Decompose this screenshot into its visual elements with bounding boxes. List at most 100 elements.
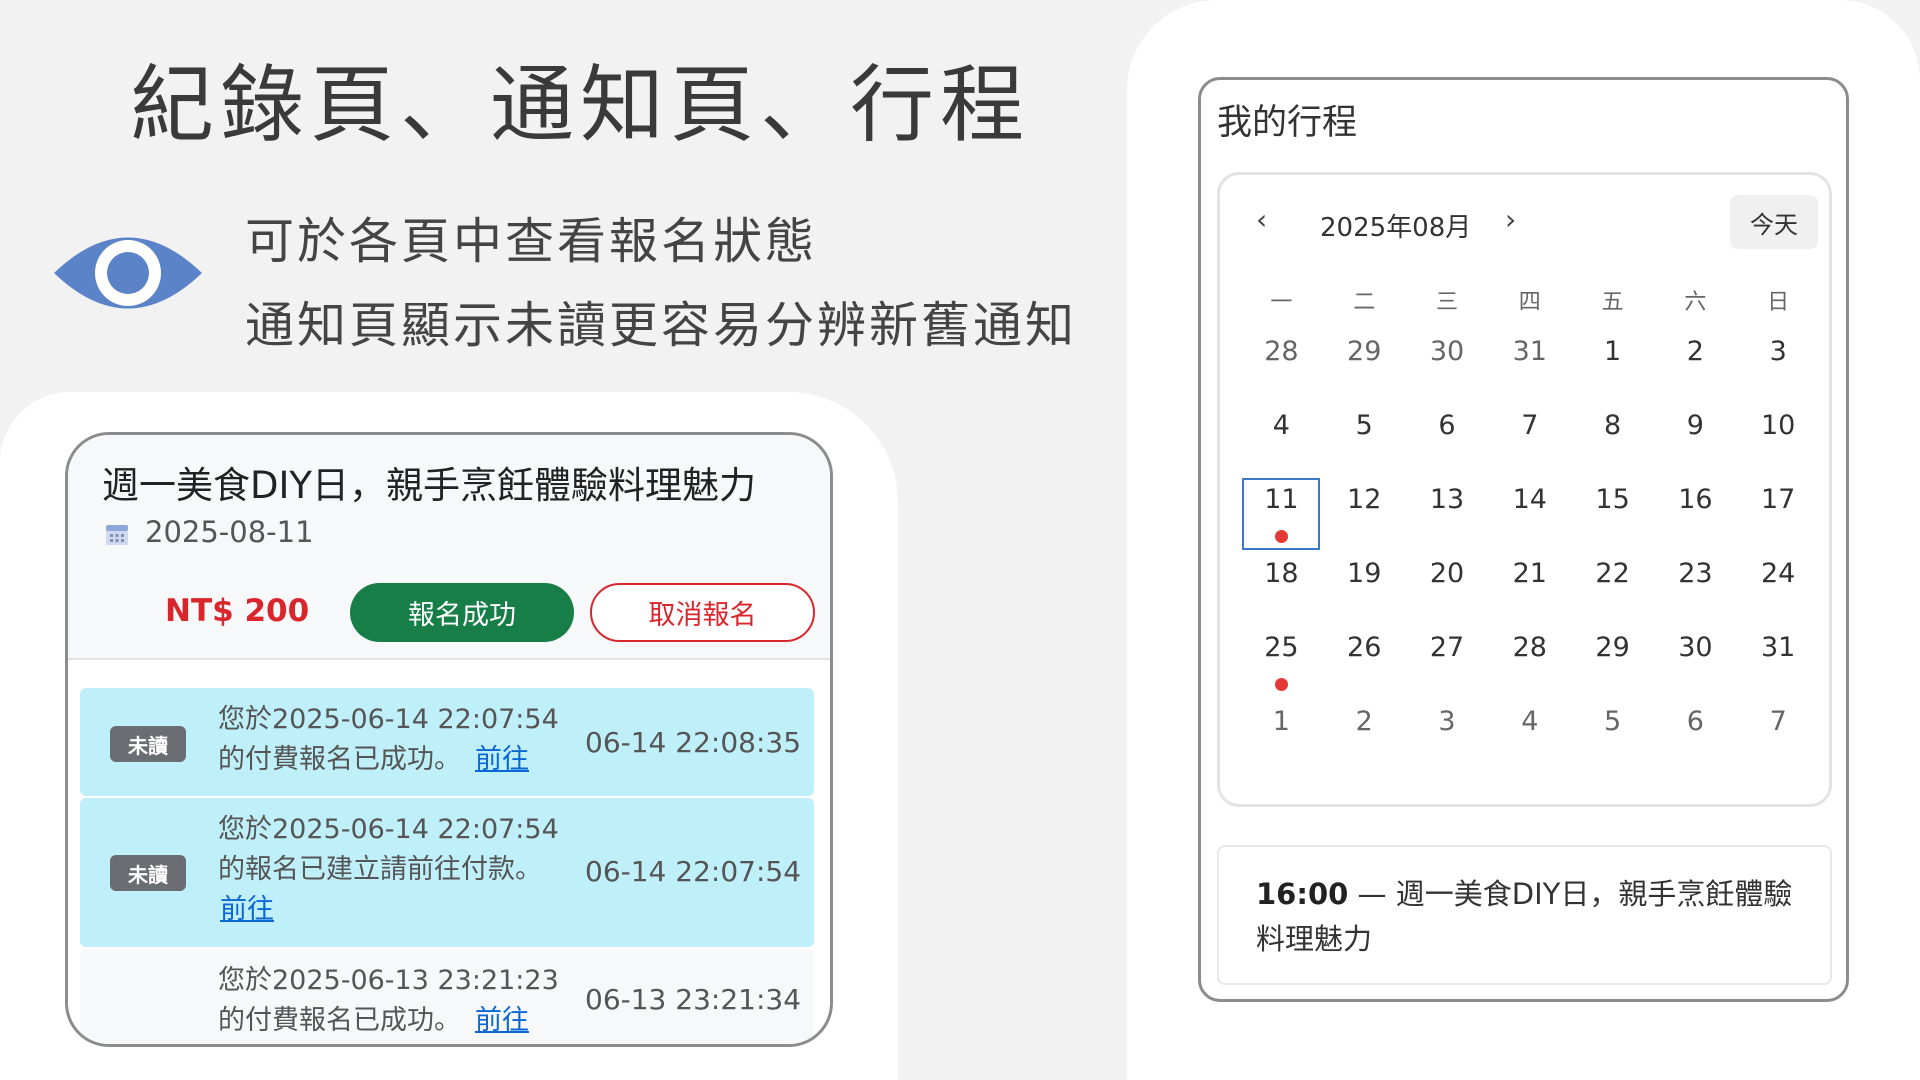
registration-success-button[interactable]: 報名成功	[350, 583, 574, 642]
calendar-day[interactable]: 30	[1406, 330, 1489, 404]
calendar-day[interactable]: 6	[1654, 700, 1737, 774]
notification-line-1: 您於2025-06-14 22:07:54	[218, 814, 559, 845]
calendar-day[interactable]: 15	[1571, 478, 1654, 552]
notification-item[interactable]: 未讀 您於2025-06-14 22:07:54 的報名已建立請前往付款。 前往…	[80, 798, 814, 947]
calendar-day[interactable]: 28	[1488, 626, 1571, 700]
calendar-day[interactable]: 30	[1654, 626, 1737, 700]
calendar-week: 4 5 6 7 8 9 10	[1240, 404, 1820, 478]
day-number: 1	[1603, 336, 1622, 367]
day-number: 27	[1429, 632, 1465, 663]
calendar-day[interactable]: 5	[1323, 404, 1406, 478]
day-number: 10	[1761, 410, 1796, 441]
go-to-link[interactable]: 前往	[475, 1005, 529, 1036]
calendar-day[interactable]: 20	[1406, 552, 1489, 626]
day-number: 7	[1769, 706, 1787, 737]
calendar-day[interactable]: 3	[1737, 330, 1820, 404]
calendar-day[interactable]: 21	[1488, 552, 1571, 626]
notification-message: 您於2025-06-14 22:07:54 的報名已建立請前往付款。 前往	[218, 810, 559, 930]
calendar-day[interactable]: 1	[1571, 330, 1654, 404]
event-price: NT$ 200	[165, 593, 310, 629]
calendar-day[interactable]: 18	[1240, 552, 1323, 626]
notification-time: 06-14 22:07:54	[585, 855, 802, 888]
calendar-day[interactable]: 19	[1323, 552, 1406, 626]
notification-message: 您於2025-06-14 22:07:54 的付費報名已成功。 前往	[218, 700, 559, 780]
day-number: 28	[1512, 632, 1547, 663]
calendar-day[interactable]: 4	[1240, 404, 1323, 478]
calendar-day[interactable]: 27	[1406, 626, 1489, 700]
calendar-day[interactable]: 16	[1654, 478, 1737, 552]
schedule-title: 我的行程	[1217, 103, 1358, 143]
prev-month-button[interactable]: ‹	[1256, 203, 1267, 236]
calendar-day[interactable]: 13	[1406, 478, 1489, 552]
calendar-day[interactable]: 7	[1488, 404, 1571, 478]
calendar-day[interactable]: 25	[1240, 626, 1323, 700]
eye-icon	[54, 237, 202, 309]
day-number: 15	[1595, 484, 1630, 515]
notification-line-2: 的付費報名已成功。	[218, 1005, 461, 1036]
event-title: 週一美食DIY日，親手烹飪體驗料理魅力	[102, 464, 757, 507]
calendar-day[interactable]: 29	[1323, 330, 1406, 404]
calendar-day[interactable]: 14	[1488, 478, 1571, 552]
event-date: 2025-08-11	[145, 515, 314, 549]
weekday-label: 日	[1767, 290, 1790, 315]
calendar-day[interactable]: 9	[1654, 404, 1737, 478]
day-number: 21	[1512, 558, 1547, 589]
day-number: 1	[1272, 706, 1290, 737]
slide-title: 紀錄頁、通知頁、行程	[130, 56, 1031, 154]
calendar-day[interactable]: 8	[1571, 404, 1654, 478]
calendar-day[interactable]: 2	[1323, 700, 1406, 774]
day-number: 20	[1429, 558, 1465, 589]
day-number: 14	[1512, 484, 1547, 515]
weekday-label: 一	[1270, 290, 1293, 315]
notification-item[interactable]: 您於2025-06-13 23:21:23 的付費報名已成功。 前往 06-13 …	[80, 949, 814, 1044]
event-time: 16:00	[1256, 877, 1349, 911]
calendar-day[interactable]: 31	[1737, 626, 1820, 700]
unread-badge: 未讀	[110, 726, 186, 762]
calendar-day[interactable]: 3	[1406, 700, 1489, 774]
today-button[interactable]: 今天	[1730, 195, 1818, 249]
calendar-day[interactable]: 1	[1240, 700, 1323, 774]
calendar-week: 11 12 13 14 15 16 17	[1240, 478, 1820, 552]
event-record-card[interactable]: 週一美食DIY日，親手烹飪體驗料理魅力 2025-08-11 NT$ 200 報…	[68, 435, 830, 660]
event-dot-indicator	[1275, 530, 1288, 543]
day-number: 29	[1595, 632, 1630, 663]
next-month-button[interactable]: ›	[1505, 203, 1516, 236]
weekday-label: 六	[1684, 290, 1707, 315]
calendar-weeks: 28 29 30 31 1 2 3 4 5 6 7 8 9 10 11 12 13 14 15 16 17 18 19 20 2…	[1240, 330, 1820, 774]
calendar-day[interactable]: 31	[1488, 330, 1571, 404]
calendar-day[interactable]: 23	[1654, 552, 1737, 626]
day-number: 30	[1429, 336, 1465, 367]
schedule-event-item[interactable]: 16:00 — 週一美食DIY日，親手烹飪體驗料理魅力	[1256, 872, 1806, 962]
notification-line-2: 的報名已建立請前往付款。	[218, 854, 542, 885]
calendar-icon	[106, 525, 128, 545]
day-number: 2	[1355, 706, 1373, 737]
record-notification-screen: 週一美食DIY日，親手烹飪體驗料理魅力 2025-08-11 NT$ 200 報…	[65, 432, 833, 1047]
go-to-link[interactable]: 前往	[475, 744, 529, 775]
calendar-day[interactable]: 10	[1737, 404, 1820, 478]
day-number: 23	[1678, 558, 1713, 589]
cancel-registration-button[interactable]: 取消報名	[590, 583, 815, 642]
calendar-day[interactable]: 4	[1488, 700, 1571, 774]
day-number: 31	[1761, 632, 1796, 663]
calendar-day[interactable]: 26	[1323, 626, 1406, 700]
calendar-day[interactable]: 11	[1240, 478, 1323, 552]
calendar-day[interactable]: 2	[1654, 330, 1737, 404]
go-to-link[interactable]: 前往	[220, 894, 274, 925]
calendar-week: 1 2 3 4 5 6 7	[1240, 700, 1820, 774]
calendar-day[interactable]: 5	[1571, 700, 1654, 774]
day-number: 28	[1264, 336, 1299, 367]
day-number: 31	[1512, 336, 1547, 367]
day-number: 11	[1264, 484, 1299, 515]
calendar-day[interactable]: 22	[1571, 552, 1654, 626]
calendar-day[interactable]: 29	[1571, 626, 1654, 700]
calendar-day[interactable]: 24	[1737, 552, 1820, 626]
my-schedule-screen: 我的行程 ‹ 2025年08月 › 今天 一 二 三 四 五 六 日 28 29 3…	[1198, 77, 1849, 1002]
notification-item[interactable]: 未讀 您於2025-06-14 22:07:54 的付費報名已成功。 前往 06-…	[80, 688, 814, 796]
weekday-label: 二	[1353, 290, 1376, 315]
calendar-day[interactable]: 7	[1737, 700, 1820, 774]
calendar-day[interactable]: 6	[1406, 404, 1489, 478]
calendar-day[interactable]: 12	[1323, 478, 1406, 552]
calendar-day[interactable]: 28	[1240, 330, 1323, 404]
calendar-day[interactable]: 17	[1737, 478, 1820, 552]
notification-message: 您於2025-06-13 23:21:23 的付費報名已成功。 前往	[218, 961, 559, 1041]
